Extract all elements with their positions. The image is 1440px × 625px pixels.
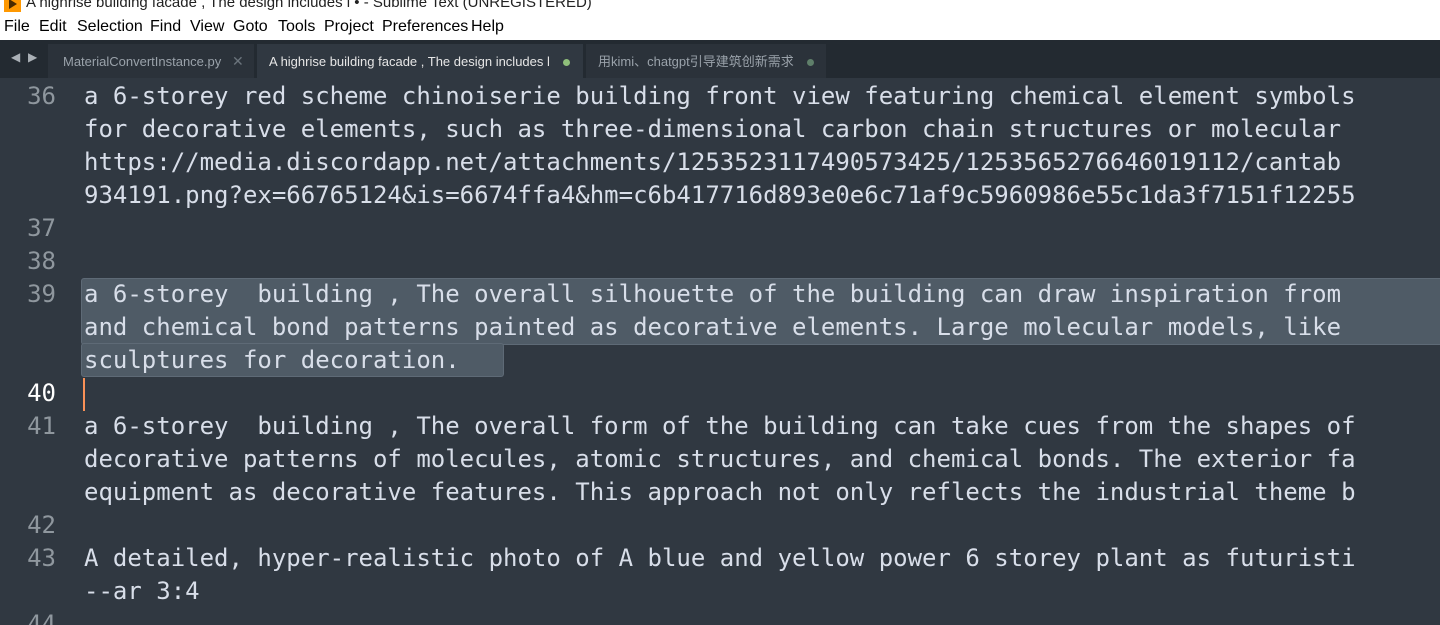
menu-find[interactable]: Find xyxy=(150,17,181,37)
menu-help[interactable]: Help xyxy=(471,17,504,37)
text-cursor xyxy=(83,378,85,411)
menu-view[interactable]: View xyxy=(190,17,224,37)
line-number: 38 xyxy=(27,247,56,275)
code-line: --ar 3:4 xyxy=(84,577,200,605)
close-icon[interactable]: ✕ xyxy=(232,52,244,70)
menu-goto[interactable]: Goto xyxy=(233,17,268,37)
menu-selection[interactable]: Selection xyxy=(77,17,143,37)
tab-highrise-building[interactable]: A highrise building facade , The design … xyxy=(257,44,583,78)
code-line: sculptures for decoration. xyxy=(84,346,460,374)
sublime-text-icon xyxy=(4,0,21,12)
editor[interactable]: 36 a 6-storey red scheme chinoiserie bui… xyxy=(0,78,1440,625)
code-line: https://media.discordapp.net/attachments… xyxy=(84,148,1342,176)
tab-nav-left-icon[interactable]: ◀ xyxy=(11,50,20,64)
line-number-current: 40 xyxy=(27,379,56,407)
line-number: 44 xyxy=(27,610,56,625)
line-number: 37 xyxy=(27,214,56,242)
window-title: A highrise building facade , The design … xyxy=(26,0,592,11)
code-line: and chemical bond patterns painted as de… xyxy=(84,313,1342,341)
menu-edit[interactable]: Edit xyxy=(39,17,67,37)
line-number: 43 xyxy=(27,544,56,572)
tab-nav-right-icon[interactable]: ▶ xyxy=(28,50,37,64)
tab-label: 用kimi、chatgpt引导建筑创新需求 xyxy=(598,54,794,69)
title-bar: A highrise building facade , The design … xyxy=(0,0,1440,14)
tab-label: MaterialConvertInstance.py xyxy=(63,54,222,69)
menu-bar: File Edit Selection Find View Goto Tools… xyxy=(0,14,1440,40)
unsaved-dot-icon[interactable] xyxy=(563,59,570,66)
code-line: a 6-storey building , The overall form o… xyxy=(84,412,1356,440)
code-line: for decorative elements, such as three-d… xyxy=(84,115,1342,143)
menu-tools[interactable]: Tools xyxy=(278,17,315,37)
code-line: decorative patterns of molecules, atomic… xyxy=(84,445,1356,473)
menu-project[interactable]: Project xyxy=(324,17,374,37)
code-line: a 6-storey building , The overall silhou… xyxy=(84,280,1342,308)
tab-material-convert-instance[interactable]: MaterialConvertInstance.py ✕ xyxy=(48,44,254,78)
tab-bar: ◀ ▶ MaterialConvertInstance.py ✕ A highr… xyxy=(0,40,1440,78)
menu-preferences[interactable]: Preferences xyxy=(382,17,468,37)
code-line: a 6-storey red scheme chinoiserie buildi… xyxy=(84,82,1356,110)
unsaved-dot-icon[interactable] xyxy=(807,59,814,66)
code-line: A detailed, hyper-realistic photo of A b… xyxy=(84,544,1356,572)
code-line: 934191.png?ex=66765124&is=6674ffa4&hm=c6… xyxy=(84,181,1356,209)
line-number: 41 xyxy=(27,412,56,440)
tab-label: A highrise building facade , The design … xyxy=(269,54,550,69)
menu-file[interactable]: File xyxy=(4,17,30,37)
line-number: 39 xyxy=(27,280,56,308)
line-number: 42 xyxy=(27,511,56,539)
code-line: equipment as decorative features. This a… xyxy=(84,478,1356,506)
tab-kimi-chatgpt[interactable]: 用kimi、chatgpt引导建筑创新需求 xyxy=(586,44,826,78)
line-number: 36 xyxy=(27,82,56,110)
